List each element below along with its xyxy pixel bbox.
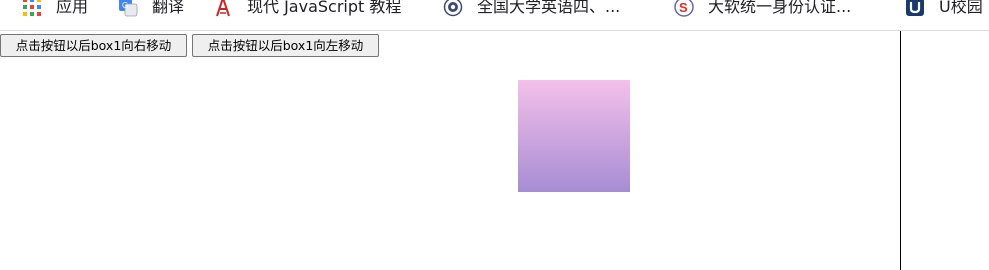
bookmark-cet[interactable]: 全国大学英语四、... bbox=[443, 0, 620, 18]
cet-seal-icon bbox=[443, 0, 463, 17]
svg-text:G: G bbox=[122, 1, 128, 10]
bookmark-translate[interactable]: G 翻译 bbox=[118, 0, 184, 18]
ucampus-icon bbox=[905, 0, 925, 17]
bookmarks-bar: 应用 G 翻译 现代 JavaScript 教程 全国大学英语四、... S 大… bbox=[0, 0, 989, 31]
auth-logo-icon: S bbox=[674, 0, 694, 17]
apps-grid-icon bbox=[22, 0, 42, 17]
bookmark-label: U校园 bbox=[939, 0, 983, 16]
page-content: 点击按钮以后box1向右移动 点击按钮以后box1向左移动 bbox=[0, 31, 900, 270]
bookmark-javascript-tutorial[interactable]: 现代 JavaScript 教程 bbox=[213, 0, 401, 18]
svg-text:S: S bbox=[679, 0, 688, 15]
bookmark-label: 全国大学英语四、... bbox=[477, 0, 621, 16]
bookmark-auth[interactable]: S 大软统一身份认证... bbox=[674, 0, 851, 18]
move-right-button[interactable]: 点击按钮以后box1向右移动 bbox=[0, 34, 187, 57]
bookmark-label: 大软统一身份认证... bbox=[708, 0, 852, 16]
javascript-tutorial-icon bbox=[213, 0, 233, 17]
move-left-button[interactable]: 点击按钮以后box1向左移动 bbox=[192, 34, 379, 57]
translate-icon: G bbox=[118, 0, 138, 17]
bookmark-label: 翻译 bbox=[152, 0, 185, 16]
bookmark-label: 应用 bbox=[56, 0, 89, 16]
box1 bbox=[518, 80, 630, 192]
bookmark-ucampus[interactable]: U校园 bbox=[905, 0, 983, 18]
bookmark-label: 现代 JavaScript 教程 bbox=[247, 0, 402, 16]
vertical-divider bbox=[900, 31, 901, 270]
bookmark-apps[interactable]: 应用 bbox=[22, 0, 88, 18]
